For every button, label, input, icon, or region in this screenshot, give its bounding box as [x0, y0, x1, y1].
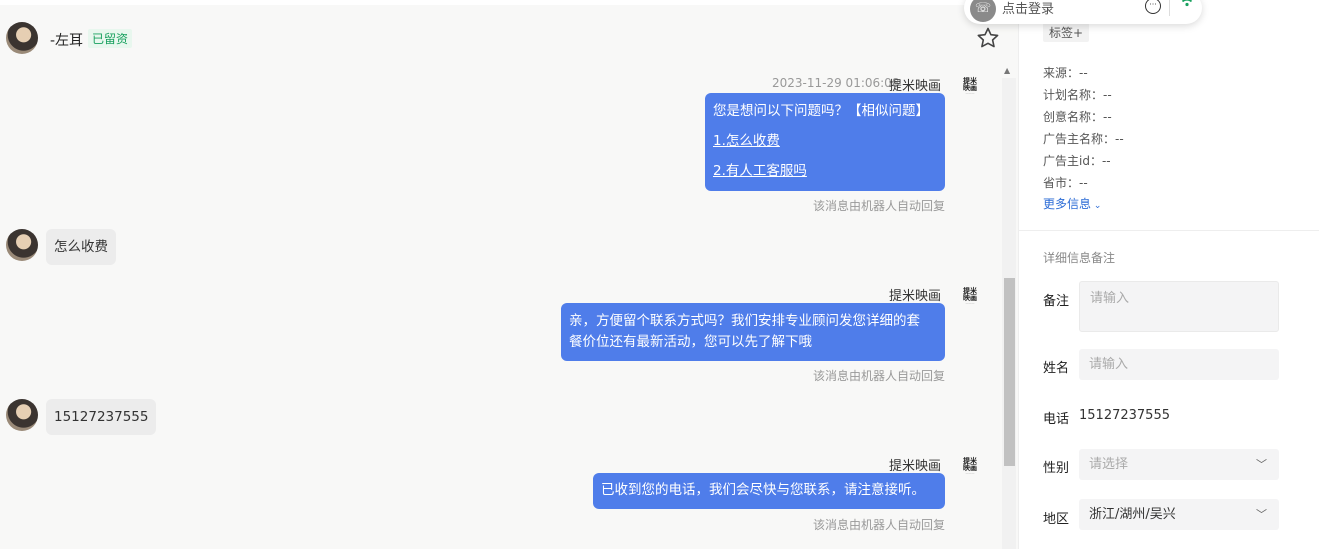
- user-message-bubble: 怎么收费: [46, 229, 116, 265]
- info-source: 来源：--: [1043, 64, 1088, 81]
- chevron-down-icon: ﹀: [1256, 458, 1267, 471]
- more-info-label: 更多信息: [1043, 197, 1092, 211]
- bot-name: 提米映画: [889, 289, 942, 304]
- add-tag-button[interactable]: 标签+: [1043, 23, 1090, 42]
- bot-logo: 提米映画 ———: [963, 456, 977, 475]
- bot-logo: 提米映画 ———: [963, 76, 977, 95]
- info-advertiser-name: 广告主名称：--: [1043, 130, 1124, 147]
- customer-avatar[interactable]: [6, 22, 38, 54]
- bot-logo-text: 提米映画: [963, 286, 977, 302]
- message-text: 亲，方便留个联系方式吗？我们安排专业顾问发您详细的套: [569, 313, 920, 329]
- chat-top-strip: [0, 0, 1018, 5]
- customer-avatar[interactable]: [6, 229, 38, 261]
- info-value: --: [1101, 154, 1111, 168]
- message-text: 您是想问以下问题吗？【相似问题】: [713, 103, 929, 119]
- bot-message-bubble: 已收到您的电话，我们会尽快与您联系，请注意接听。: [593, 473, 945, 509]
- user-message-bubble: 15127237555: [46, 399, 157, 435]
- info-plan-name: 计划名称：--: [1043, 86, 1112, 103]
- info-value: --: [1103, 110, 1112, 124]
- info-value: --: [1079, 176, 1088, 190]
- bot-logo-text: 提米映画: [963, 76, 977, 92]
- remark-label: 备注: [1043, 294, 1070, 309]
- bot-message-bubble: 亲，方便留个联系方式吗？我们安排专业顾问发您详细的套 餐价位还有最新活动，您可以…: [561, 303, 945, 361]
- bot-logo-text: 提米映画: [963, 456, 977, 472]
- more-icon[interactable]: ···: [1145, 0, 1161, 14]
- divider: [1169, 0, 1170, 16]
- info-label: 广告主名称：: [1043, 132, 1116, 146]
- info-label: 来源：: [1043, 66, 1080, 80]
- phone-icon[interactable]: ☏: [970, 0, 996, 22]
- auto-reply-note: 该消息由机器人自动回复: [813, 369, 946, 383]
- name-input[interactable]: 请输入: [1079, 349, 1279, 380]
- chevron-down-icon: ﹀: [1256, 508, 1267, 521]
- scroll-up-arrow-icon[interactable]: ▲: [1004, 66, 1010, 75]
- gender-placeholder: 请选择: [1089, 457, 1129, 472]
- region-select[interactable]: 浙江/湖州/吴兴 ﹀: [1079, 499, 1279, 530]
- suggested-question-link[interactable]: 2.有人工客服吗: [713, 163, 807, 179]
- gender-label: 性别: [1043, 461, 1070, 476]
- customer-avatar[interactable]: [6, 399, 38, 431]
- remark-input[interactable]: 请输入: [1079, 281, 1279, 332]
- info-label: 创意名称：: [1043, 110, 1104, 124]
- message-timestamp: 2023-11-29 01:06:08: [772, 76, 900, 90]
- bot-name: 提米映画: [889, 459, 942, 474]
- info-value: --: [1103, 88, 1112, 102]
- info-creative-name: 创意名称：--: [1043, 108, 1112, 125]
- phone-label: 电话: [1043, 412, 1070, 427]
- wifi-icon[interactable]: [1178, 0, 1196, 8]
- chat-scrollbar-thumb[interactable]: [1004, 278, 1015, 466]
- suggested-question-link[interactable]: 1.怎么收费: [713, 133, 780, 149]
- bot-message-bubble: 您是想问以下问题吗？【相似问题】 1.怎么收费 2.有人工客服吗: [705, 93, 945, 191]
- star-icon[interactable]: [976, 26, 1000, 50]
- info-province-city: 省市：--: [1043, 174, 1088, 191]
- auto-reply-note: 该消息由机器人自动回复: [813, 518, 946, 532]
- auto-reply-note: 该消息由机器人自动回复: [813, 199, 946, 213]
- info-label: 广告主id：: [1043, 154, 1102, 168]
- gender-select[interactable]: 请选择 ﹀: [1079, 449, 1279, 480]
- message-text: 餐价位还有最新活动，您可以先了解下哦: [569, 334, 812, 350]
- name-label: 姓名: [1043, 361, 1070, 376]
- region-label: 地区: [1043, 512, 1070, 527]
- info-advertiser-id: 广告主id：--: [1043, 152, 1111, 169]
- bot-name: 提米映画: [889, 79, 942, 94]
- more-info-toggle[interactable]: 更多信息 ⌄: [1043, 195, 1101, 212]
- info-label: 计划名称：: [1043, 88, 1104, 102]
- region-value: 浙江/湖州/吴兴: [1089, 507, 1176, 522]
- login-widget: ☏ 点击登录 ···: [964, 0, 1202, 24]
- chevron-down-icon: ⌄: [1091, 201, 1102, 211]
- customer-name: -左耳: [50, 33, 84, 49]
- bot-logo: 提米映画 ———: [963, 286, 977, 305]
- login-link[interactable]: 点击登录: [1002, 0, 1054, 17]
- info-value: --: [1079, 66, 1088, 80]
- section-title: 详细信息备注: [1043, 251, 1116, 265]
- info-label: 省市：: [1043, 176, 1080, 190]
- status-badge: 已留资: [88, 29, 133, 48]
- phone-value[interactable]: 15127237555: [1079, 408, 1170, 423]
- panel-divider: [1019, 230, 1319, 231]
- info-value: --: [1115, 132, 1124, 146]
